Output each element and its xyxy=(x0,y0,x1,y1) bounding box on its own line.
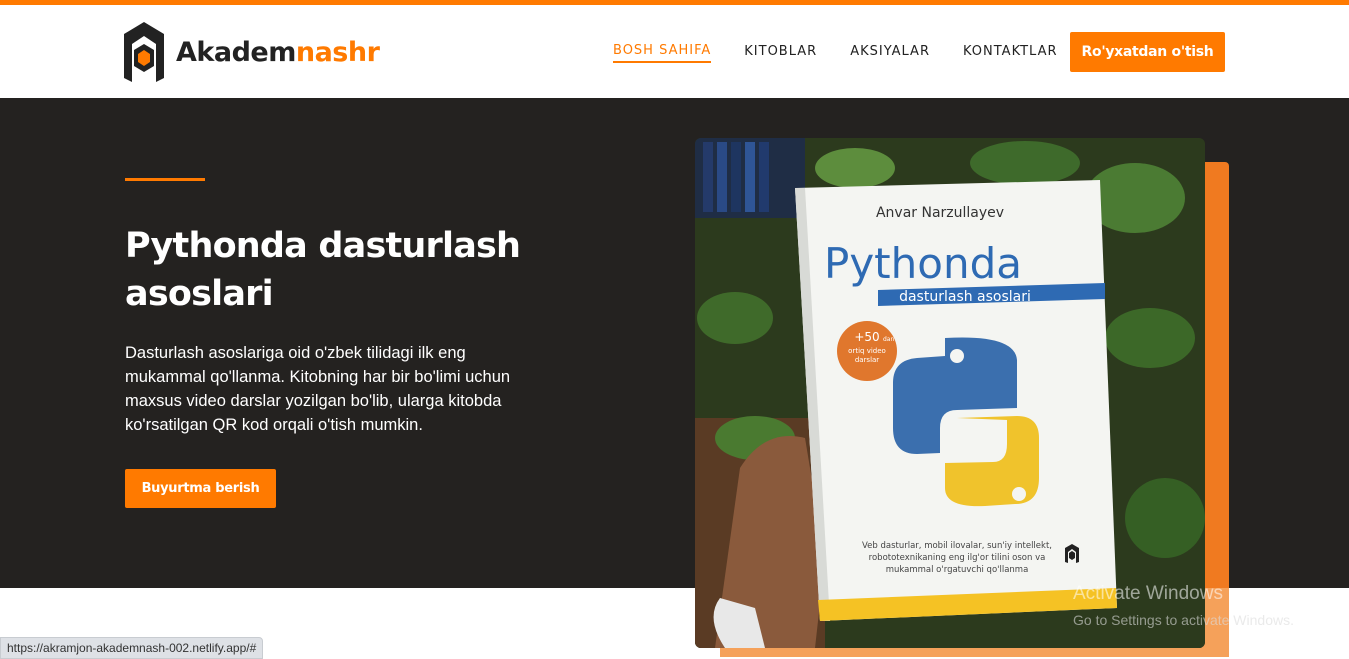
hero-accent-line xyxy=(125,178,205,181)
book-badge-line-1: +50 xyxy=(854,330,879,344)
order-button[interactable]: Buyurtma berish xyxy=(125,469,276,508)
book-subtitle: dasturlash asoslari xyxy=(899,289,1031,305)
logo-text: Akademnashr xyxy=(176,36,380,68)
book-badge-line-2: dan xyxy=(883,336,894,343)
nav-link-home[interactable]: BOSH SAHIFA xyxy=(613,43,712,63)
book-tagline-2: robototexnikaning eng ilg'or tilini oson… xyxy=(869,553,1046,563)
nav-link-books[interactable]: KITOBLAR xyxy=(744,44,817,62)
browser-status-bar: https://akramjon-akademnash-002.netlify.… xyxy=(0,637,264,659)
book-badge-line-4: darslar xyxy=(855,356,879,364)
register-button[interactable]: Ro'yxatdan o'tish xyxy=(1070,32,1225,72)
book-author: Anvar Narzullayev xyxy=(876,205,1004,221)
site-header: Akademnashr BOSH SAHIFA KITOBLAR AKSIYAL… xyxy=(0,5,1349,98)
book-tagline-1: Veb dasturlar, mobil ilovalar, sun'iy in… xyxy=(862,541,1052,551)
book-photo-illustration: Anvar Narzullayev Pythonda dasturlash as… xyxy=(695,138,1205,648)
nav-link-contacts[interactable]: KONTAKTLAR xyxy=(963,44,1058,62)
main-nav: BOSH SAHIFA KITOBLAR AKSIYALAR KONTAKTLA… xyxy=(613,43,1091,63)
book-badge-line-3: ortiq video xyxy=(848,347,886,355)
site-logo[interactable]: Akademnashr xyxy=(124,22,380,82)
book-photo: Anvar Narzullayev Pythonda dasturlash as… xyxy=(695,138,1205,648)
book-tagline-3: mukammal o'rgatuvchi qo'llanma xyxy=(886,565,1029,575)
hero-description: Dasturlash asoslariga oid o'zbek tilidag… xyxy=(125,344,511,434)
hero-title: Pythonda dasturlash asoslari xyxy=(125,226,521,314)
logo-mark-icon xyxy=(124,22,164,82)
nav-link-promotions[interactable]: AKSIYALAR xyxy=(850,44,930,62)
book-title: Pythonda xyxy=(824,239,1022,288)
